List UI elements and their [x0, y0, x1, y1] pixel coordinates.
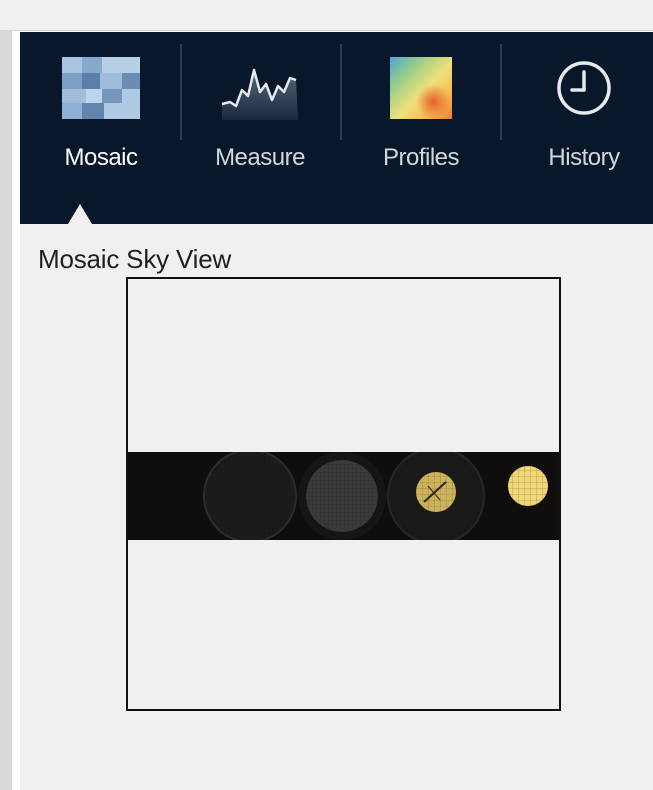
active-tab-indicator: [68, 204, 92, 224]
tab-history-label: History: [548, 144, 620, 171]
window-top-strip: [0, 0, 653, 31]
tab-profiles-label: Profiles: [382, 144, 460, 171]
ribbon-toolbar: Mosaic Measure Profiles History: [20, 32, 653, 224]
sample-well: [203, 449, 297, 543]
sample-well: [508, 466, 548, 506]
mosaic-sky-view[interactable]: [126, 277, 561, 711]
tab-separator: [180, 44, 182, 140]
tab-history[interactable]: History: [530, 32, 638, 224]
mosaic-panel: Mosaic Sky View: [20, 224, 653, 790]
panel-title: Mosaic Sky View: [38, 244, 232, 274]
tab-mosaic[interactable]: Mosaic: [60, 32, 142, 224]
mosaic-icon: [61, 54, 141, 122]
measure-chart-icon: [220, 54, 300, 122]
clock-icon: [544, 54, 624, 122]
tab-separator: [340, 44, 342, 140]
window-left-edge: [0, 31, 12, 790]
sample-well: [387, 447, 485, 545]
tab-measure-label: Measure: [215, 144, 305, 171]
sample-well: [298, 452, 386, 540]
profiles-heatmap-icon: [381, 54, 461, 122]
tab-mosaic-label: Mosaic: [64, 144, 138, 171]
tab-separator: [500, 44, 502, 140]
sample-strip: [128, 447, 559, 545]
tab-profiles[interactable]: Profiles: [370, 32, 472, 224]
tab-measure[interactable]: Measure: [204, 32, 316, 224]
